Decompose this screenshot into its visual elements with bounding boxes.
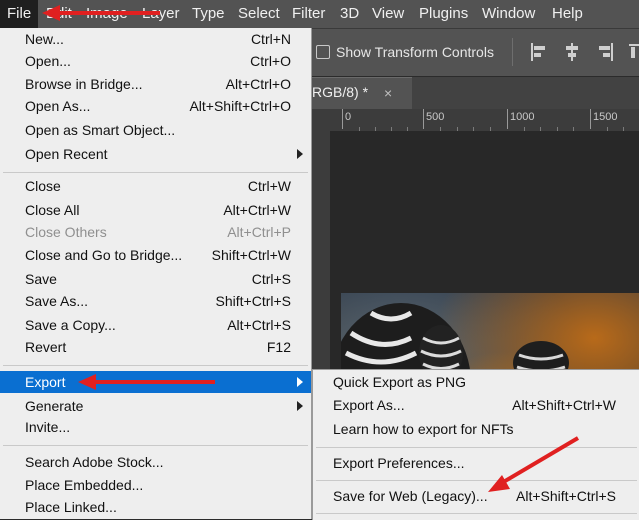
ruler-major-tick: [507, 109, 508, 129]
menu-item-open-as-smart-object[interactable]: Open as Smart Object...: [0, 119, 311, 141]
horizontal-ruler: 0 500 1000 1500: [312, 109, 639, 132]
menu-bar: File Edit Image Layer Type Select Filter…: [0, 0, 639, 29]
ruler-label: 1000: [510, 111, 535, 123]
menu-select[interactable]: Select: [238, 0, 280, 28]
menu-item-export[interactable]: Export: [0, 371, 311, 393]
menu-item-place-linked[interactable]: Place Linked...: [0, 496, 311, 518]
export-submenu: Quick Export as PNG Export As... Alt+Shif…: [312, 369, 639, 520]
menu-separator: [3, 445, 308, 446]
menu-plugins[interactable]: Plugins: [419, 0, 468, 28]
menu-window[interactable]: Window: [482, 0, 535, 28]
menu-file[interactable]: File: [0, 0, 39, 28]
align-left-edges-icon[interactable]: [529, 42, 547, 62]
menu-item-save-a-copy[interactable]: Save a Copy... Alt+Ctrl+S: [0, 314, 311, 336]
options-divider: [512, 38, 513, 66]
menu-item-search-adobe-stock[interactable]: Search Adobe Stock...: [0, 451, 311, 473]
submenu-arrow-icon: [297, 401, 303, 411]
submenu-item-export-preferences[interactable]: Export Preferences...: [313, 452, 639, 474]
show-transform-controls-label: Show Transform Controls: [336, 44, 494, 60]
menu-separator: [316, 447, 637, 448]
ruler-major-tick: [342, 109, 343, 129]
show-transform-controls-checkbox[interactable]: [316, 45, 330, 59]
menu-item-open[interactable]: Open... Ctrl+O: [0, 50, 311, 72]
menu-item-browse-in-bridge[interactable]: Browse in Bridge... Alt+Ctrl+O: [0, 73, 311, 95]
menu-item-revert[interactable]: Revert F12: [0, 336, 311, 358]
menu-item-generate[interactable]: Generate: [0, 395, 311, 417]
menu-help[interactable]: Help: [552, 0, 583, 28]
menu-item-open-recent[interactable]: Open Recent: [0, 143, 311, 165]
document-tab-title: RGB/8) *: [312, 84, 369, 100]
align-top-edges-icon[interactable]: [628, 42, 639, 62]
menu-separator: [3, 172, 308, 173]
menu-item-open-as[interactable]: Open As... Alt+Shift+Ctrl+O: [0, 95, 311, 117]
menu-filter[interactable]: Filter: [292, 0, 325, 28]
menu-type[interactable]: Type: [192, 0, 225, 28]
menu-item-close-and-go-to-bridge[interactable]: Close and Go to Bridge... Shift+Ctrl+W: [0, 244, 311, 266]
menu-item-save[interactable]: Save Ctrl+S: [0, 268, 311, 290]
menu-item-invite[interactable]: Invite...: [0, 416, 311, 438]
submenu-arrow-icon: [297, 149, 303, 159]
menu-item-close-all[interactable]: Close All Alt+Ctrl+W: [0, 199, 311, 221]
menu-separator: [316, 513, 637, 514]
menu-view[interactable]: View: [372, 0, 404, 28]
submenu-arrow-icon: [297, 377, 303, 387]
menu-edit[interactable]: Edit: [46, 0, 72, 28]
file-menu: New... Ctrl+N Open... Ctrl+O Browse in Bri…: [0, 28, 312, 519]
submenu-item-quick-export-png[interactable]: Quick Export as PNG: [313, 371, 639, 393]
ruler-label: 500: [426, 111, 445, 123]
menu-item-close-others: Close Others Alt+Ctrl+P: [25, 224, 291, 240]
menu-separator: [3, 365, 308, 366]
close-tab-icon[interactable]: ×: [384, 85, 392, 101]
align-right-edges-icon[interactable]: [597, 42, 615, 62]
submenu-item-export-as[interactable]: Export As... Alt+Shift+Ctrl+W: [313, 394, 639, 416]
menu-3d[interactable]: 3D: [340, 0, 359, 28]
ruler-label: 0: [345, 111, 352, 123]
ruler-major-tick: [590, 109, 591, 129]
ruler-label: 1500: [593, 111, 618, 123]
align-horizontal-centers-icon[interactable]: [563, 42, 581, 62]
menu-item-close[interactable]: Close Ctrl+W: [0, 175, 311, 197]
menu-layer[interactable]: Layer: [142, 0, 180, 28]
menu-item-place-embedded[interactable]: Place Embedded...: [0, 474, 311, 496]
submenu-item-learn-export-nfts[interactable]: Learn how to export for NFTs: [313, 418, 639, 440]
menu-image[interactable]: Image: [86, 0, 128, 28]
menu-item-save-as[interactable]: Save As... Shift+Ctrl+S: [0, 290, 311, 312]
menu-separator: [316, 480, 637, 481]
ruler-major-tick: [423, 109, 424, 129]
submenu-item-save-for-web-legacy[interactable]: Save for Web (Legacy)... Alt+Shift+Ctrl+S: [313, 485, 639, 507]
menu-item-new[interactable]: New... Ctrl+N: [0, 28, 311, 50]
